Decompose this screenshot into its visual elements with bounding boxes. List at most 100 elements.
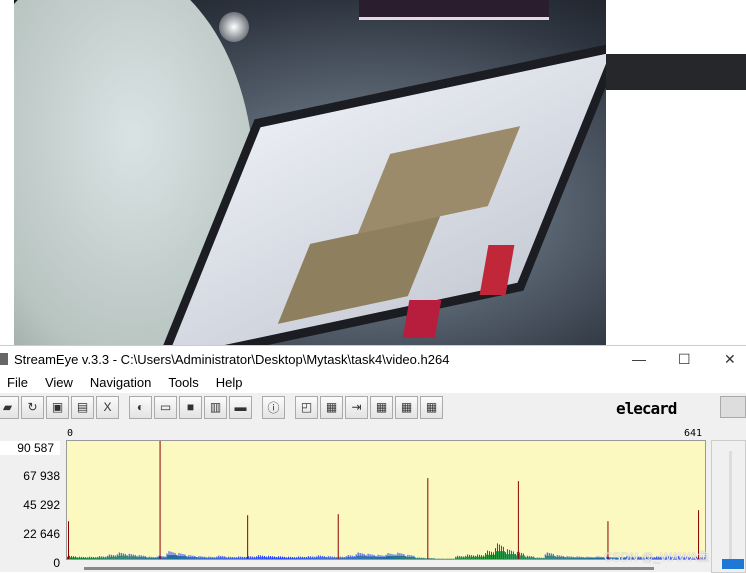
p-frame-bar bbox=[491, 552, 492, 559]
p-frame-bar bbox=[585, 557, 586, 559]
minimize-button[interactable]: — bbox=[632, 351, 646, 367]
b-frame-bar bbox=[197, 558, 198, 559]
menu-tools[interactable]: Tools bbox=[158, 375, 208, 390]
p-frame-bar bbox=[358, 552, 359, 559]
p-frame-bar bbox=[525, 557, 526, 559]
b-frame-bar bbox=[580, 558, 581, 559]
p-frame-bar bbox=[280, 556, 281, 559]
p-frame-bar bbox=[324, 556, 325, 559]
horizontal-scrollbar[interactable] bbox=[84, 567, 654, 570]
p-frame-bar bbox=[91, 557, 92, 559]
p-frame-bar bbox=[250, 556, 251, 559]
reload-icon[interactable]: ↻ bbox=[21, 396, 44, 419]
chart-icon[interactable]: ▥ bbox=[204, 396, 227, 419]
p-frame-bar bbox=[348, 555, 349, 559]
b-frame-bar bbox=[510, 554, 511, 559]
b-frame-bar bbox=[72, 557, 73, 559]
p-frame-bar bbox=[330, 556, 331, 559]
b-frame-bar bbox=[367, 556, 368, 559]
p-frame-bar bbox=[547, 552, 548, 559]
b-frame-bar bbox=[468, 557, 469, 559]
b-frame-bar bbox=[386, 556, 387, 559]
p-frame-bar bbox=[79, 557, 80, 559]
menu-help[interactable]: Help bbox=[206, 375, 253, 390]
menu-navigation[interactable]: Navigation bbox=[80, 375, 161, 390]
b-frame-bar bbox=[168, 555, 169, 559]
b-frame-bar bbox=[416, 558, 417, 559]
b-frame-bar bbox=[130, 556, 131, 559]
b-frame-bar bbox=[319, 557, 320, 559]
b-frame-bar bbox=[128, 556, 129, 559]
b-frame-bar bbox=[305, 558, 306, 559]
block-view-icon[interactable]: ■ bbox=[179, 396, 202, 419]
line-view-icon[interactable]: ▭ bbox=[154, 396, 177, 419]
motion-vector-icon[interactable]: ⇥ bbox=[345, 396, 368, 419]
menu-view[interactable]: View bbox=[35, 375, 83, 390]
b-frame-bar bbox=[110, 557, 111, 559]
i-frame-bar bbox=[427, 478, 428, 559]
p-frame-bar bbox=[571, 557, 572, 559]
p-frame-bar bbox=[282, 557, 283, 559]
p-frame-bar bbox=[87, 557, 88, 559]
frame-size-chart[interactable] bbox=[66, 440, 706, 560]
y-tick: 45 292 bbox=[23, 498, 60, 512]
b-frame-bar bbox=[470, 557, 471, 559]
p-frame-bar bbox=[260, 555, 261, 559]
maximize-button[interactable]: ☐ bbox=[678, 351, 691, 368]
p-frame-bar bbox=[220, 556, 221, 559]
info-icon[interactable]: ⓘ bbox=[262, 396, 285, 419]
p-frame-bar bbox=[310, 556, 311, 559]
p-frame-bar bbox=[296, 557, 297, 559]
b-frame-bar bbox=[207, 558, 208, 559]
b-frame-bar bbox=[255, 558, 256, 559]
close-file-icon[interactable]: X bbox=[96, 396, 119, 419]
p-frame-bar bbox=[463, 556, 464, 559]
b-frame-bar bbox=[243, 558, 244, 559]
p-frame-bar bbox=[182, 554, 183, 559]
menu-file[interactable]: File bbox=[0, 375, 38, 390]
p-frame-bar bbox=[581, 557, 582, 559]
b-frame-bar bbox=[108, 557, 109, 559]
zoom-slider[interactable] bbox=[711, 440, 746, 573]
b-frame-bar bbox=[317, 557, 318, 559]
p-frame-bar bbox=[242, 557, 243, 559]
b-frame-bar bbox=[578, 558, 579, 559]
p-frame-bar bbox=[276, 557, 277, 559]
b-frame-bar bbox=[361, 556, 362, 559]
save-icon[interactable]: ▣ bbox=[46, 396, 69, 419]
title-bar: StreamEye v.3.3 - C:\Users\Administrator… bbox=[0, 346, 746, 372]
b-frame-bar bbox=[90, 558, 91, 559]
p-frame-bar bbox=[167, 554, 168, 559]
p-frame-bar bbox=[352, 556, 353, 559]
b-frame-bar bbox=[122, 556, 123, 559]
filter-icon[interactable]: ◐ bbox=[129, 396, 152, 419]
copy-icon[interactable]: ▤ bbox=[71, 396, 94, 419]
grid-2-icon[interactable]: ▦ bbox=[370, 396, 393, 419]
macroblock-icon[interactable]: ◰ bbox=[295, 396, 318, 419]
grid-icon[interactable]: ▦ bbox=[320, 396, 343, 419]
b-frame-bar bbox=[432, 558, 433, 559]
p-frame-bar bbox=[159, 556, 160, 559]
b-frame-bar bbox=[315, 558, 316, 559]
b-frame-bar bbox=[329, 558, 330, 559]
p-frame-bar bbox=[252, 557, 253, 559]
grid-3-icon[interactable]: ▦ bbox=[395, 396, 418, 419]
b-frame-bar bbox=[150, 558, 151, 559]
open-icon[interactable]: ▰ bbox=[0, 396, 19, 419]
p-frame-bar bbox=[77, 557, 78, 559]
b-frame-bar bbox=[601, 558, 602, 559]
b-frame-bar bbox=[327, 558, 328, 559]
b-frame-bar bbox=[556, 557, 557, 559]
b-frame-bar bbox=[275, 557, 276, 559]
close-button[interactable]: ✕ bbox=[724, 351, 736, 368]
p-frame-bar bbox=[503, 547, 504, 559]
settings-icon[interactable] bbox=[720, 396, 746, 418]
grid-4-icon[interactable]: ▦ bbox=[420, 396, 443, 419]
slider-thumb[interactable] bbox=[722, 559, 744, 569]
b-frame-bar bbox=[211, 558, 212, 559]
p-frame-bar bbox=[372, 555, 373, 559]
b-frame-bar bbox=[464, 557, 465, 559]
p-frame-bar bbox=[139, 555, 140, 559]
p-frame-bar bbox=[519, 552, 520, 559]
folder-icon[interactable]: ▬ bbox=[229, 396, 252, 419]
